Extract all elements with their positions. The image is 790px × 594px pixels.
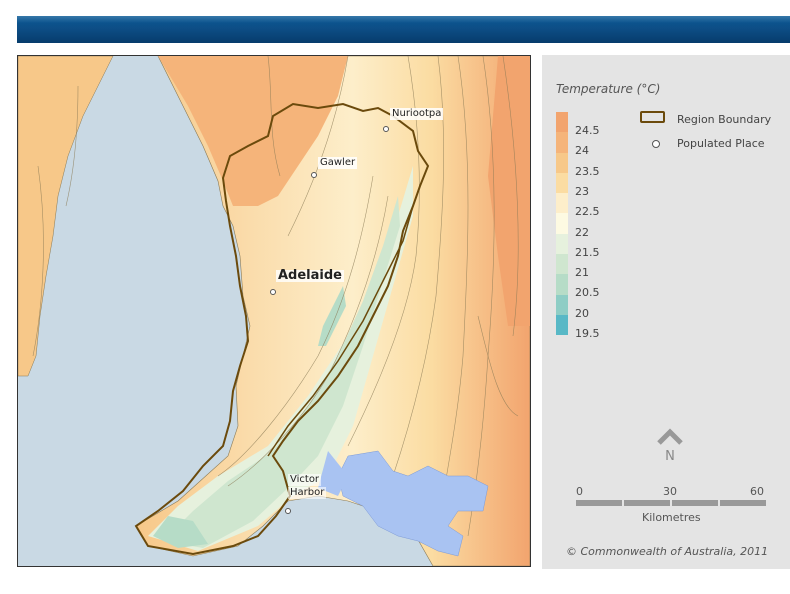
scale-segment (624, 500, 670, 506)
ramp-swatch (556, 172, 568, 194)
temperature-map[interactable]: Nuriootpa Gawler Adelaide Victor Harbor (17, 55, 531, 567)
temperature-tick-label: 21 (575, 266, 589, 280)
header-banner (17, 16, 790, 43)
ramp-swatch (556, 112, 568, 133)
temperature-tick-label: 24 (575, 144, 589, 158)
temperature-tick-label: 23 (575, 184, 589, 198)
victor-harbor-marker[interactable] (285, 508, 291, 514)
scale-segment (576, 500, 622, 506)
scale-unit: Kilometres (642, 511, 701, 524)
temperature-ramp (556, 112, 568, 336)
ramp-swatch (556, 132, 568, 153)
temperature-tick-label: 22.5 (575, 205, 600, 219)
scale-label-30: 30 (663, 485, 677, 498)
ramp-swatch (556, 193, 568, 214)
ramp-swatch (556, 314, 568, 336)
temperature-tick-label: 21.5 (575, 245, 600, 259)
legend-title: Temperature (°C) (556, 82, 661, 96)
victor-harbor-label-line1: Victor (288, 474, 322, 486)
ramp-swatch (556, 152, 568, 173)
temperature-tick-label: 20.5 (575, 286, 600, 300)
ramp-swatch (556, 233, 568, 255)
temperature-tick-label: 22 (575, 225, 589, 239)
nuriootpa-label: Nuriootpa (390, 108, 444, 120)
region-boundary-label: Region Boundary (677, 113, 772, 126)
temperature-tick-label: 23.5 (575, 164, 600, 178)
scale-label-0: 0 (576, 485, 583, 498)
scale-segment (672, 500, 718, 506)
legend-panel: Temperature (°C) Region Boundary Populat… (542, 55, 790, 569)
nuriootpa-marker[interactable] (383, 126, 389, 132)
region-boundary-swatch (640, 111, 665, 123)
north-arrow-icon (657, 428, 683, 445)
gawler-marker[interactable] (311, 172, 317, 178)
temperature-tick-label: 20 (575, 306, 589, 320)
copyright: © Commonwealth of Australia, 2011 (566, 545, 769, 558)
ramp-swatch (556, 274, 568, 295)
adelaide-label: Adelaide (276, 268, 344, 283)
ramp-swatch (556, 213, 568, 234)
north-label: N (665, 449, 675, 464)
ramp-swatch (556, 294, 568, 315)
ramp-swatch (556, 254, 568, 275)
map-canvas (18, 56, 530, 566)
victor-harbor-label-line2: Harbor (288, 487, 327, 499)
temperature-tick-label: 24.5 (575, 124, 600, 137)
populated-place-label: Populated Place (677, 137, 765, 150)
gawler-label: Gawler (318, 157, 358, 169)
scale-segment (720, 500, 766, 506)
temperature-tick-label: 19.5 (575, 327, 600, 340)
adelaide-marker[interactable] (270, 289, 276, 295)
north-arrow: N (655, 427, 685, 464)
scale-label-60: 60 (750, 485, 764, 498)
populated-place-swatch (652, 140, 660, 148)
